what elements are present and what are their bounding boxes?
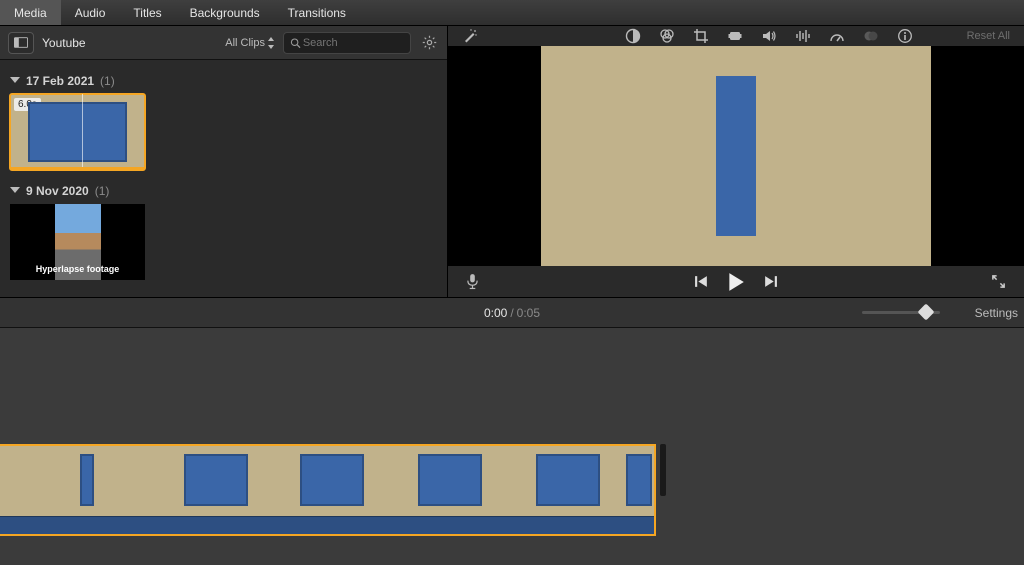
preview-panel: Reset All <box>448 26 1024 297</box>
event-header[interactable]: 17 Feb 2021 (1) <box>10 74 437 88</box>
magic-wand-icon[interactable] <box>462 28 478 44</box>
library-settings-button[interactable] <box>419 33 439 53</box>
color-correction-icon[interactable] <box>659 28 675 44</box>
timeline[interactable] <box>0 328 1024 565</box>
library-toolbar: Youtube All Clips <box>0 26 447 60</box>
top-tab-bar: Media Audio Titles Backgrounds Transitio… <box>0 0 1024 26</box>
preview-content <box>716 76 756 236</box>
search-icon <box>290 37 301 49</box>
transport-bar <box>448 266 1024 297</box>
toggle-sidebar-button[interactable] <box>8 32 34 54</box>
clip-frame <box>300 454 364 506</box>
stabilization-icon[interactable] <box>727 28 743 44</box>
skip-back-icon <box>694 274 709 289</box>
clip-filter-icon[interactable] <box>863 28 879 44</box>
clip-preview-image <box>28 102 127 162</box>
library-panel: Youtube All Clips 17 Feb 2021 <box>0 26 448 297</box>
timeline-clip[interactable] <box>0 446 654 534</box>
skimmer-line <box>82 94 83 170</box>
clip-frame <box>536 454 600 506</box>
event-header[interactable]: 9 Nov 2020 (1) <box>10 184 437 198</box>
play-icon <box>727 272 745 292</box>
reset-all-button[interactable]: Reset All <box>967 30 1010 42</box>
tab-media[interactable]: Media <box>0 0 61 25</box>
previous-button[interactable] <box>694 274 709 289</box>
zoom-knob[interactable] <box>918 304 935 321</box>
clip-frame <box>626 454 652 506</box>
mic-icon <box>466 273 479 290</box>
crop-icon[interactable] <box>693 28 709 44</box>
event-date: 17 Feb 2021 <box>26 74 94 88</box>
voiceover-button[interactable] <box>466 273 479 290</box>
gear-icon <box>422 35 437 50</box>
play-button[interactable] <box>727 272 745 292</box>
zoom-slider[interactable] <box>862 311 940 314</box>
tab-backgrounds[interactable]: Backgrounds <box>176 0 274 25</box>
skip-forward-icon <box>763 274 778 289</box>
disclosure-triangle-icon <box>10 77 20 83</box>
timeline-playhead[interactable] <box>660 444 666 496</box>
clip-thumbnail[interactable]: 6.0s <box>10 94 145 170</box>
next-button[interactable] <box>763 274 778 289</box>
noise-reduction-icon[interactable] <box>795 28 811 44</box>
updown-icon <box>267 37 275 49</box>
event-count: (1) <box>100 74 115 88</box>
adjustment-toolbar: Reset All <box>448 26 1024 46</box>
timecode-current: 0:00 <box>484 306 507 320</box>
timecode-total: 0:05 <box>517 306 540 320</box>
event-date: 9 Nov 2020 <box>26 184 89 198</box>
fullscreen-button[interactable] <box>991 274 1006 289</box>
clip-thumbnail[interactable]: Hyperlapse footage <box>10 204 145 280</box>
search-input[interactable] <box>301 36 404 50</box>
tab-audio[interactable]: Audio <box>61 0 120 25</box>
volume-icon[interactable] <box>761 28 777 44</box>
settings-button[interactable]: Settings <box>975 306 1018 320</box>
preview-canvas <box>541 46 931 266</box>
color-balance-icon[interactable] <box>625 28 641 44</box>
clip-filter-label: All Clips <box>225 37 265 49</box>
clip-caption: Hyperlapse footage <box>10 264 145 274</box>
tab-transitions[interactable]: Transitions <box>274 0 360 25</box>
search-field[interactable] <box>283 32 411 54</box>
event-list: 17 Feb 2021 (1) 6.0s 9 Nov 2020 (1) Hype… <box>0 60 447 297</box>
event-count: (1) <box>95 184 110 198</box>
preview-viewport[interactable] <box>448 46 1024 266</box>
clip-info-icon[interactable] <box>897 28 913 44</box>
clip-frame <box>184 454 248 506</box>
library-title: Youtube <box>42 36 86 50</box>
timecode-display: 0:00/0:05 <box>484 306 540 320</box>
fullscreen-icon <box>991 274 1006 289</box>
tab-titles[interactable]: Titles <box>119 0 175 25</box>
clip-frame <box>418 454 482 506</box>
clip-audio-track[interactable] <box>0 516 654 534</box>
disclosure-triangle-icon <box>10 187 20 193</box>
speed-icon[interactable] <box>829 28 845 44</box>
clip-frame <box>80 454 94 506</box>
clip-filter-select[interactable]: All Clips <box>225 37 275 49</box>
sidebar-icon <box>14 37 28 48</box>
timecode-bar: 0:00/0:05 Settings <box>0 298 1024 328</box>
